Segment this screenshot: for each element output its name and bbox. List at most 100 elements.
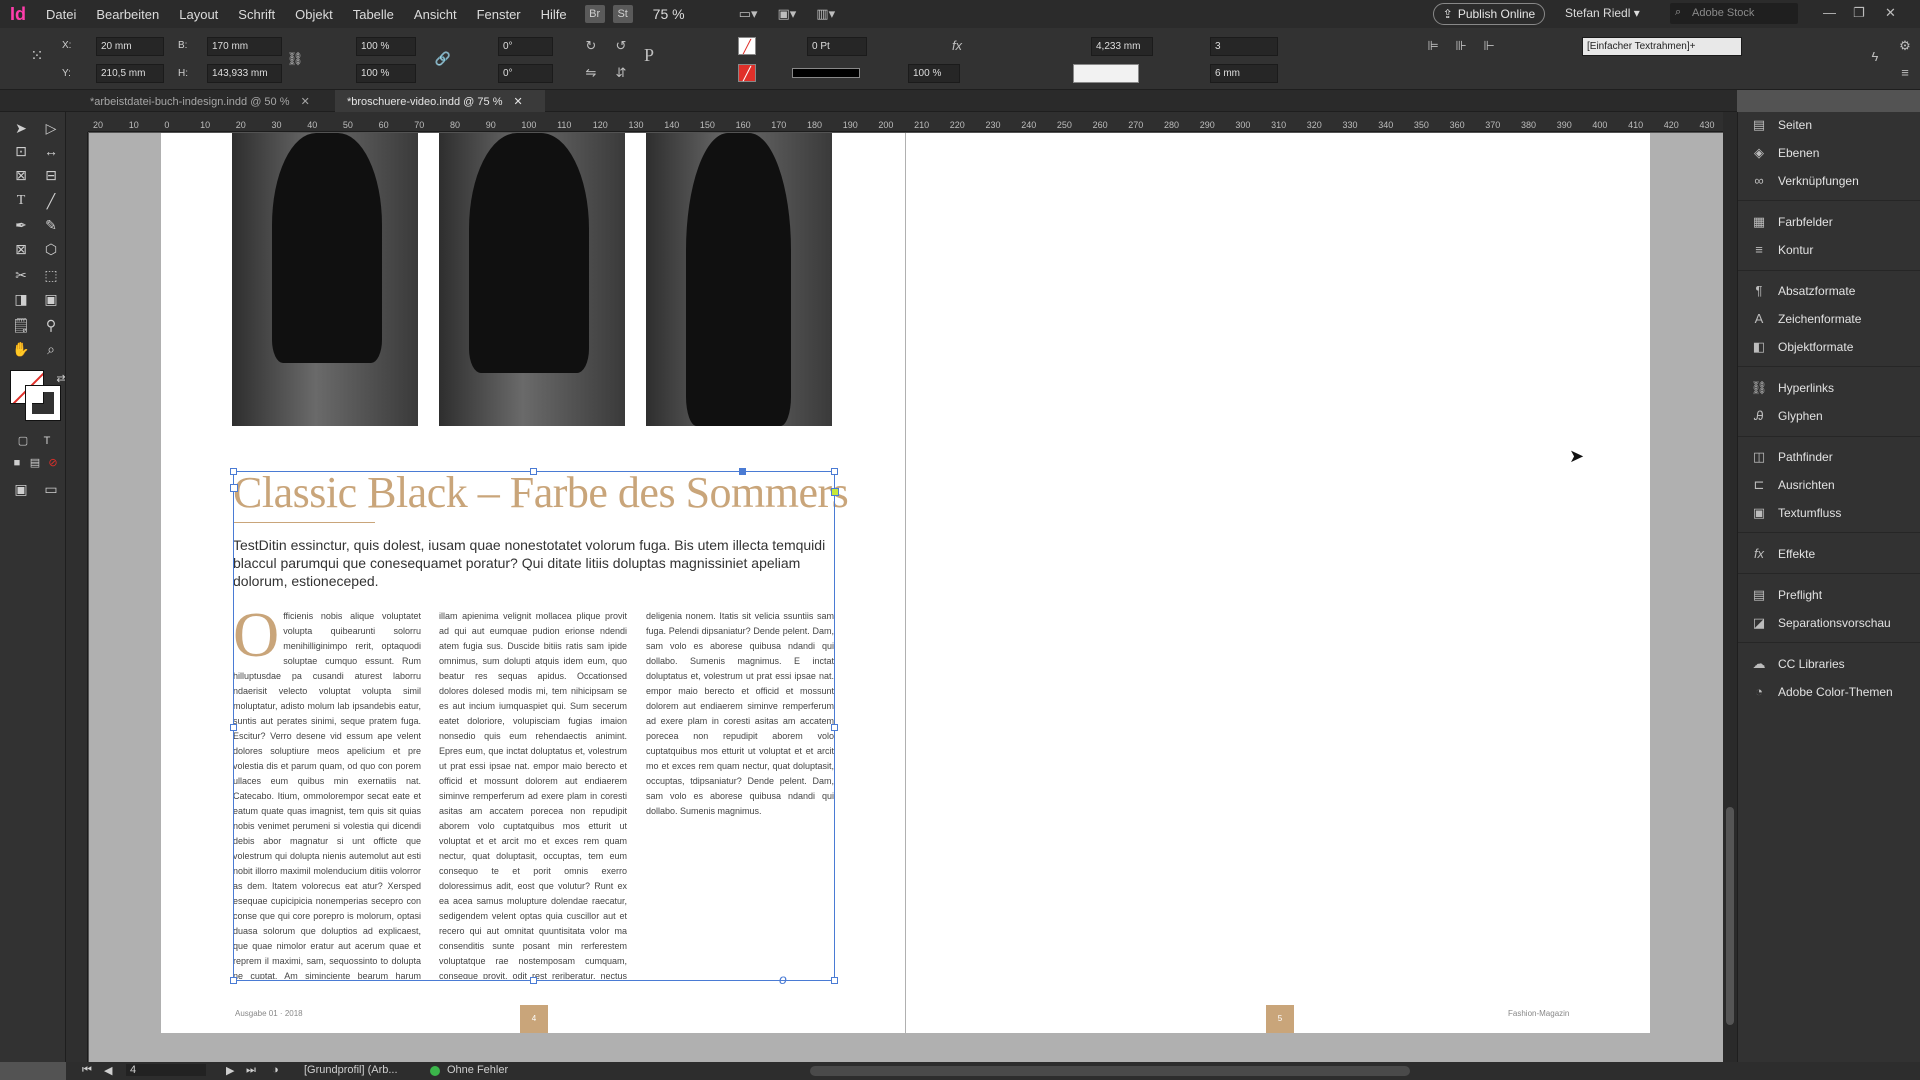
align-left-icon[interactable]: ⊫ bbox=[1424, 37, 1442, 55]
frame-handle-mr[interactable] bbox=[831, 724, 838, 731]
rotate-ccw-icon[interactable]: ↺ bbox=[612, 37, 630, 55]
panel-textumfluss[interactable]: ▣ Textumfluss bbox=[1738, 500, 1920, 526]
line-tool-icon[interactable]: ╱ bbox=[40, 190, 62, 212]
p-type-icon[interactable]: P bbox=[640, 46, 658, 64]
menu-item-ansicht[interactable]: Ansicht bbox=[404, 7, 467, 22]
preview-view-icon[interactable]: ▭ bbox=[40, 478, 62, 500]
direct-selection-tool-icon[interactable]: ▷ bbox=[40, 117, 62, 139]
overset-indicator-icon[interactable]: o bbox=[779, 971, 787, 987]
menu-item-datei[interactable]: Datei bbox=[36, 7, 86, 22]
horizontal-scrollbar[interactable] bbox=[810, 1066, 1410, 1076]
align-right-icon[interactable]: ⊩ bbox=[1480, 37, 1498, 55]
link-scale-icon[interactable]: 🔗 bbox=[434, 50, 452, 68]
tab-broschuere-video[interactable]: *broschuere-video.indd @ 75 % ✕ bbox=[335, 90, 545, 112]
stock-search-input[interactable]: ⌕ Adobe Stock bbox=[1670, 3, 1798, 24]
left-page[interactable]: Classic Black – Farbe des Sommers TestDi… bbox=[161, 133, 905, 1033]
zoom-tool-icon[interactable]: ⌕ bbox=[40, 338, 62, 360]
width-field[interactable]: 170 mm bbox=[207, 37, 282, 56]
page-tool-icon[interactable]: ⊡ bbox=[10, 140, 32, 162]
model-photo-1[interactable] bbox=[232, 133, 418, 426]
user-account[interactable]: Stefan Riedl ▾ bbox=[1565, 6, 1640, 20]
panel-kontur[interactable]: ≡ Kontur bbox=[1738, 237, 1920, 263]
panel-pathfinder[interactable]: ◫ Pathfinder bbox=[1738, 444, 1920, 470]
panel-absatzformate[interactable]: ¶ Absatzformate bbox=[1738, 278, 1920, 304]
stroke-swatch-icon[interactable]: ╱ bbox=[738, 64, 756, 82]
panel-glyphen[interactable]: Ꭿ Glyphen bbox=[1738, 403, 1920, 429]
content-collector-icon[interactable]: ⊠ bbox=[10, 164, 32, 186]
panel-objektformate[interactable]: ◧ Objektformate bbox=[1738, 334, 1920, 360]
eyedropper-tool-icon[interactable]: ⚲ bbox=[40, 314, 62, 336]
gradient-feather-tool-icon[interactable]: ▣ bbox=[40, 288, 62, 310]
selection-tool-icon[interactable]: ➤ bbox=[10, 117, 32, 139]
rotate-cw-icon[interactable]: ↻ bbox=[582, 37, 600, 55]
open-document-icon[interactable]: ◑ bbox=[272, 1064, 279, 1076]
menu-item-hilfe[interactable]: Hilfe bbox=[531, 7, 577, 22]
constrain-proportions-icon[interactable]: ⛓ bbox=[286, 50, 304, 68]
first-page-icon[interactable]: ⏮ bbox=[82, 1064, 92, 1077]
effects-fx-icon[interactable]: fx bbox=[948, 37, 966, 55]
panel-ausrichten[interactable]: ⊏ Ausrichten bbox=[1738, 472, 1920, 498]
fill-swatch-icon[interactable]: ╱ bbox=[738, 37, 756, 55]
y-position-field[interactable]: 210,5 mm bbox=[96, 64, 164, 83]
prev-page-icon[interactable]: ◀ bbox=[104, 1064, 112, 1077]
bridge-button[interactable]: Br bbox=[584, 5, 605, 23]
type-tool-icon[interactable]: T bbox=[10, 190, 32, 212]
formatting-container-icon[interactable]: ▢ bbox=[12, 430, 34, 452]
minimize-icon[interactable]: — bbox=[1823, 5, 1836, 20]
rectangle-frame-tool-icon[interactable]: ⊠ bbox=[10, 238, 32, 260]
model-photo-2[interactable] bbox=[439, 133, 625, 426]
formatting-text-icon[interactable]: T bbox=[36, 430, 58, 452]
vertical-scrollbar[interactable] bbox=[1723, 112, 1737, 1062]
content-placer-icon[interactable]: ⊟ bbox=[40, 164, 62, 186]
restore-icon[interactable]: ❐ bbox=[1853, 5, 1865, 21]
view-options-icon[interactable]: ▣▾ bbox=[777, 6, 796, 22]
stroke-type-select[interactable] bbox=[792, 68, 860, 78]
settings-gear-icon[interactable]: ⚙ bbox=[1896, 37, 1914, 55]
gradient-swatch-tool-icon[interactable]: ◨ bbox=[10, 288, 32, 310]
frame-handle-bc[interactable] bbox=[530, 977, 537, 984]
pen-tool-icon[interactable]: ✒ bbox=[10, 214, 32, 236]
align-center-icon[interactable]: ⊪ bbox=[1452, 37, 1470, 55]
menu-item-tabelle[interactable]: Tabelle bbox=[343, 7, 404, 22]
free-transform-tool-icon[interactable]: ⬚ bbox=[40, 264, 62, 286]
frame-handle-tr[interactable] bbox=[831, 468, 838, 475]
page-number-field[interactable]: 4 bbox=[126, 1064, 206, 1076]
publish-online-button[interactable]: ⇪ Publish Online bbox=[1433, 3, 1545, 25]
scissors-tool-icon[interactable]: ✂ bbox=[10, 264, 32, 286]
model-photo-3[interactable] bbox=[646, 133, 832, 426]
height-field[interactable]: 143,933 mm bbox=[207, 64, 282, 83]
hand-tool-icon[interactable]: ✋ bbox=[10, 338, 32, 360]
scale-x-field[interactable]: 100 % bbox=[356, 37, 416, 56]
tab-close-icon[interactable]: ✕ bbox=[514, 96, 523, 108]
gutter-field[interactable]: 6 mm bbox=[1210, 64, 1278, 83]
panel-color-themes[interactable]: ◔ Adobe Color-Themen bbox=[1738, 679, 1920, 705]
gap-tool-icon[interactable]: ↔ bbox=[40, 140, 62, 162]
quick-apply-icon[interactable]: ϟ bbox=[1866, 48, 1884, 66]
column-gap-field[interactable]: 4,233 mm bbox=[1091, 37, 1153, 56]
right-page[interactable]: 5 Fashion-Magazin bbox=[906, 133, 1650, 1033]
menu-item-objekt[interactable]: Objekt bbox=[285, 7, 343, 22]
rotation-angle-field[interactable]: 0° bbox=[498, 37, 553, 56]
menu-item-schrift[interactable]: Schrift bbox=[228, 7, 285, 22]
reference-point-icon[interactable]: ⁙ bbox=[28, 48, 46, 66]
last-page-icon[interactable]: ⏭ bbox=[246, 1064, 256, 1077]
panel-farbfelder[interactable]: ▦ Farbfelder bbox=[1738, 209, 1920, 235]
frame-handle-tl[interactable] bbox=[230, 468, 237, 475]
shear-angle-field[interactable]: 0° bbox=[498, 64, 553, 83]
apply-none-icon[interactable]: ⊘ bbox=[42, 452, 64, 474]
frame-rotate-handle[interactable] bbox=[739, 468, 746, 475]
ruler-origin[interactable] bbox=[66, 112, 88, 132]
panel-menu-icon[interactable]: ≡ bbox=[1896, 64, 1914, 82]
tab-arbeitsdatei[interactable]: *arbeistdatei-buch-indesign.indd @ 50 % … bbox=[78, 90, 323, 112]
next-page-icon[interactable]: ▶ bbox=[226, 1064, 234, 1077]
panel-effekte[interactable]: fx Effekte bbox=[1738, 541, 1920, 567]
frame-handle-tc[interactable] bbox=[530, 468, 537, 475]
preflight-status[interactable]: Ohne Fehler bbox=[447, 1064, 508, 1076]
frame-handle-br[interactable] bbox=[831, 977, 838, 984]
pencil-tool-icon[interactable]: ✎ bbox=[40, 214, 62, 236]
panel-seiten[interactable]: ▤ Seiten bbox=[1738, 112, 1920, 138]
panel-zeichenformate[interactable]: A Zeichenformate bbox=[1738, 306, 1920, 332]
document-profile[interactable]: [Grundprofil] (Arb... bbox=[304, 1064, 398, 1076]
panel-hyperlinks[interactable]: ⛓ Hyperlinks bbox=[1738, 375, 1920, 401]
flip-vertical-icon[interactable]: ⇵ bbox=[612, 64, 630, 82]
